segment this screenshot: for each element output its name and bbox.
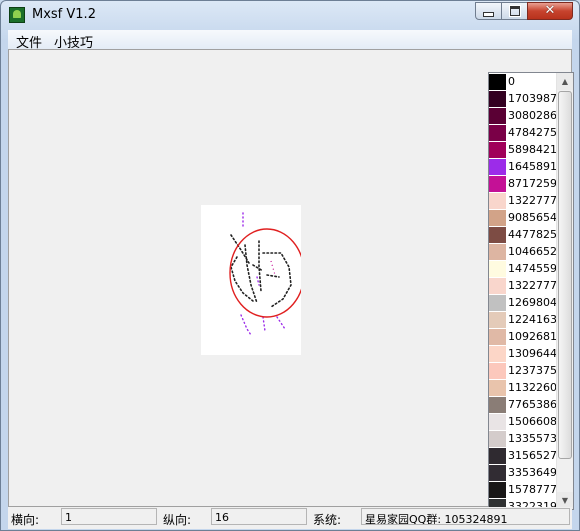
- color-swatch: [489, 159, 506, 175]
- palette-item[interactable]: 1578777: [489, 481, 557, 498]
- color-swatch: [489, 125, 506, 141]
- close-icon: ✕: [544, 3, 556, 18]
- color-swatch: [489, 261, 506, 277]
- workspace: 0 1703987 3080286 4784275 5898421 16458917 871…: [8, 49, 574, 510]
- color-value-label: 3080286: [508, 109, 557, 122]
- palette-item[interactable]: 8717259: [489, 175, 557, 192]
- title-bar[interactable]: Mxsf V1.2 ✕: [1, 1, 579, 29]
- palette-item[interactable]: 12698049: [489, 294, 564, 311]
- color-swatch: [489, 363, 506, 379]
- color-swatch: [489, 465, 506, 481]
- maximize-button[interactable]: [501, 2, 528, 20]
- window-title: Mxsf V1.2: [32, 7, 96, 22]
- app-tree-icon: [9, 7, 25, 23]
- close-button[interactable]: ✕: [527, 2, 573, 20]
- vertical-label: 纵向:: [163, 513, 192, 527]
- color-swatch: [489, 108, 506, 124]
- color-value-label: 4784275: [508, 126, 557, 139]
- palette-item[interactable]: 3353649: [489, 464, 557, 481]
- minimize-button[interactable]: [475, 2, 502, 20]
- color-swatch: [489, 346, 506, 362]
- palette-item[interactable]: 16458917: [489, 158, 564, 175]
- color-swatch: [489, 176, 506, 192]
- color-value-label: 9085654: [508, 211, 557, 224]
- color-palette-list[interactable]: 0 1703987 3080286 4784275 5898421 16458917 871…: [488, 72, 574, 510]
- system-value-field: 星易家园QQ群: 105324891: [361, 508, 570, 525]
- maximize-icon: [508, 5, 521, 17]
- palette-item[interactable]: 13355732: [489, 430, 564, 447]
- menu-bar: 文件 小技巧: [8, 30, 572, 51]
- palette-items: 0 1703987 3080286 4784275 5898421 16458917 871…: [489, 73, 564, 509]
- color-swatch: [489, 74, 506, 90]
- palette-item[interactable]: 3156527: [489, 447, 557, 464]
- horizontal-value-field: 1: [61, 508, 157, 525]
- palette-item[interactable]: 4477825: [489, 226, 557, 243]
- color-value-label: 1703987: [508, 92, 557, 105]
- palette-item[interactable]: 9085654: [489, 209, 557, 226]
- color-value-label: 8717259: [508, 177, 557, 190]
- color-swatch: [489, 312, 506, 328]
- scroll-up-arrow-icon[interactable]: ▲: [557, 73, 573, 90]
- color-swatch: [489, 295, 506, 311]
- palette-item[interactable]: 13096444: [489, 345, 564, 362]
- palette-item[interactable]: 3080286: [489, 107, 557, 124]
- scrollbar-thumb[interactable]: [558, 91, 572, 459]
- horizontal-label: 横向:: [11, 513, 40, 527]
- color-swatch: [489, 329, 506, 345]
- vertical-value-field: 16: [211, 508, 307, 525]
- status-bar: 横向: 1 纵向: 16 系统: 星易家园QQ群: 105324891: [8, 507, 572, 529]
- palette-item[interactable]: 0: [489, 73, 557, 90]
- palette-item[interactable]: 15066089: [489, 413, 564, 430]
- color-swatch: [489, 431, 506, 447]
- color-swatch: [489, 193, 506, 209]
- color-swatch: [489, 397, 506, 413]
- palette-item[interactable]: 14745599: [489, 260, 564, 277]
- color-value-label: 0: [508, 75, 515, 88]
- palette-item[interactable]: 10926815: [489, 328, 564, 345]
- color-swatch: [489, 244, 506, 260]
- color-swatch: [489, 227, 506, 243]
- palette-item[interactable]: 1703987: [489, 90, 557, 107]
- color-swatch: [489, 482, 506, 498]
- color-value-label: 7765386: [508, 398, 557, 411]
- color-value-label: 3156527: [508, 449, 557, 462]
- color-swatch: [489, 142, 506, 158]
- color-swatch: [489, 91, 506, 107]
- color-value-label: 3353649: [508, 466, 557, 479]
- palette-item[interactable]: 4784275: [489, 124, 557, 141]
- color-value-label: 1578777: [508, 483, 557, 496]
- palette-item[interactable]: 13227772: [489, 192, 564, 209]
- palette-item[interactable]: 10466525: [489, 243, 564, 260]
- minimize-icon: [483, 11, 494, 17]
- color-value-label: 4477825: [508, 228, 557, 241]
- palette-item[interactable]: 11322601: [489, 379, 564, 396]
- palette-item[interactable]: 12373756: [489, 362, 564, 379]
- pattern-canvas[interactable]: [201, 205, 305, 355]
- palette-item[interactable]: 7765386: [489, 396, 557, 413]
- color-value-label: 5898421: [508, 143, 557, 156]
- color-swatch: [489, 414, 506, 430]
- palette-item[interactable]: 13227772: [489, 277, 564, 294]
- system-label: 系统:: [313, 513, 342, 527]
- color-swatch: [489, 278, 506, 294]
- palette-scrollbar[interactable]: ▲ ▼: [556, 73, 573, 509]
- color-swatch: [489, 448, 506, 464]
- color-swatch: [489, 210, 506, 226]
- palette-item[interactable]: 12241639: [489, 311, 564, 328]
- palette-item[interactable]: 5898421: [489, 141, 557, 158]
- color-swatch: [489, 380, 506, 396]
- pattern-drawing: [229, 212, 305, 336]
- app-window: Mxsf V1.2 ✕ 文件 小技巧 0 1703987 3080286 478…: [0, 0, 580, 531]
